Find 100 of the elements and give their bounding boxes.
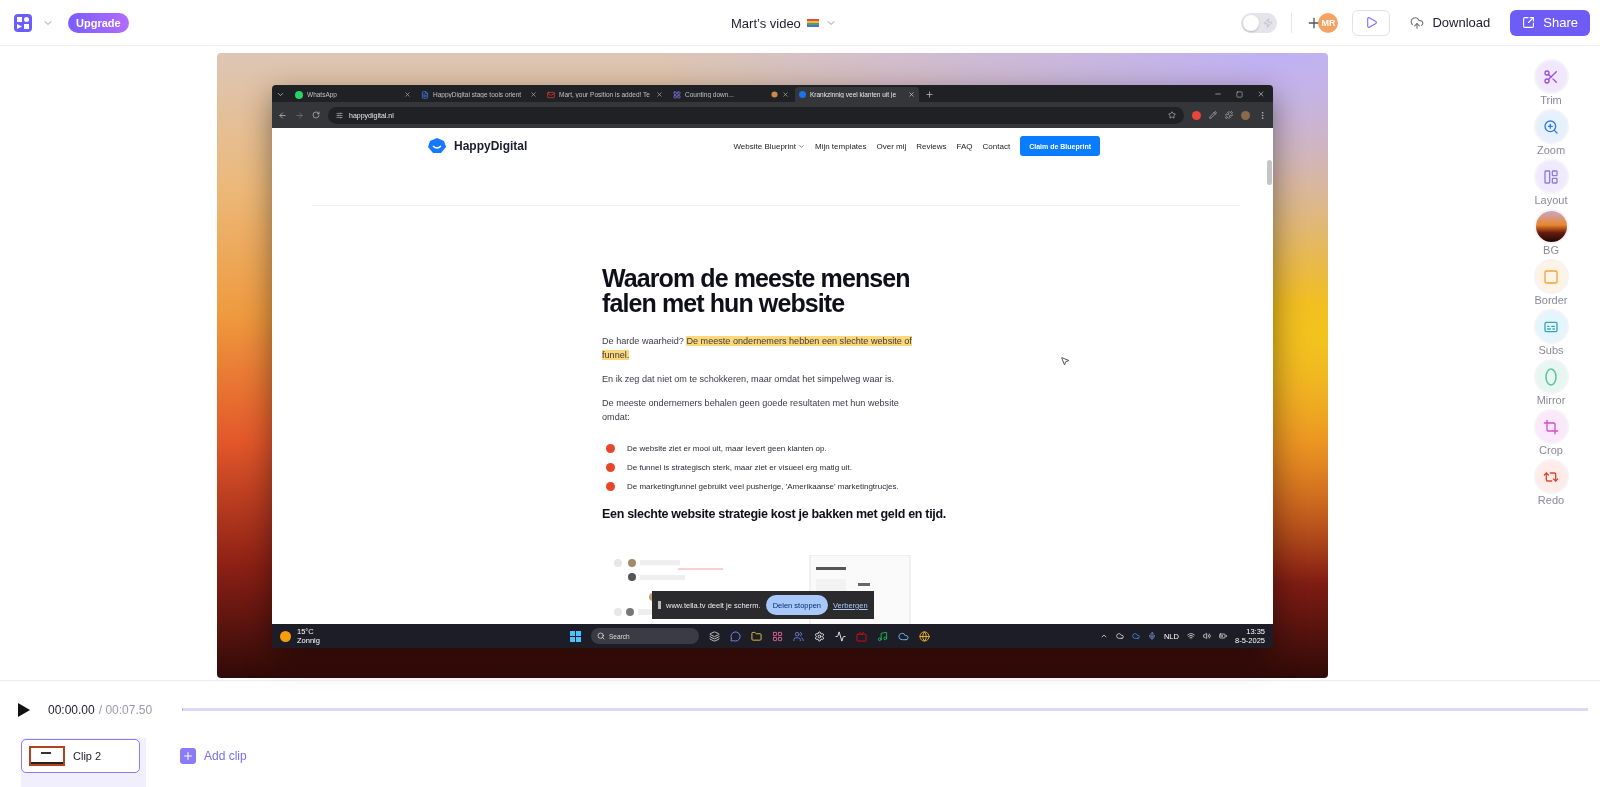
app-logo-icon[interactable] (14, 13, 32, 32)
music-icon[interactable] (876, 630, 888, 642)
grid-icon (673, 90, 681, 99)
people-icon[interactable] (792, 630, 804, 642)
nav-link[interactable]: Reviews (916, 141, 947, 151)
bullet-icon (606, 444, 615, 453)
section-heading: Een slechte website strategie kost je bakken met geld en tijd. (602, 507, 948, 521)
clip-label: Clip 2 (73, 750, 102, 762)
chat-icon (295, 90, 303, 99)
scissors-icon (1535, 61, 1567, 92)
timeline-track[interactable] (182, 708, 1588, 711)
play-icon (1364, 16, 1378, 29)
tool-button[interactable]: Layout (1534, 161, 1568, 206)
zoom-icon (1535, 111, 1567, 142)
crop-icon (1535, 411, 1567, 442)
activity-icon[interactable] (834, 630, 846, 642)
preview-button[interactable] (1352, 9, 1391, 36)
close-icon[interactable] (530, 91, 537, 98)
pen-icon[interactable] (1209, 111, 1217, 119)
nav-link[interactable]: Over mij (876, 141, 907, 151)
reload-icon[interactable] (312, 111, 320, 119)
scrollbar-thumb[interactable] (1267, 160, 1272, 185)
tool-button[interactable]: Subs (1535, 311, 1567, 356)
tool-button[interactable]: Mirror (1535, 361, 1567, 406)
new-tab-icon[interactable] (925, 90, 934, 99)
chat-icon[interactable] (729, 630, 741, 642)
microphone-icon[interactable] (1147, 632, 1156, 640)
windows-logo-icon[interactable] (569, 630, 581, 642)
play-icon[interactable] (18, 702, 30, 717)
site-icon (799, 91, 806, 98)
upgrade-button[interactable]: Upgrade (68, 12, 129, 33)
nav-link[interactable]: Contact (982, 141, 1011, 151)
mail-icon (547, 90, 555, 99)
tool-button[interactable]: Trim (1535, 61, 1567, 106)
logo-icon (428, 138, 446, 154)
menu-icon[interactable] (1258, 110, 1267, 120)
sun-icon (280, 630, 291, 642)
battery-icon[interactable] (1218, 632, 1227, 640)
folder-icon[interactable] (750, 630, 762, 642)
tool-button[interactable]: BG (1535, 211, 1567, 256)
site-settings-icon[interactable] (336, 111, 343, 119)
bullet-text: De website ziet er mooi uit, maar levert geen klanten op. (627, 444, 827, 453)
caret-icon[interactable] (797, 142, 805, 150)
bullet-icon (606, 463, 615, 472)
recording-icon (771, 91, 778, 98)
paragraph: En ik zeg dat niet om te schokkeren, maar omdat het simpelweg waar is. (602, 373, 896, 386)
page-heading: Waarom de meeste mensen falen met hun website (602, 266, 911, 316)
brand-name: HappyDigital (454, 139, 528, 153)
profile-icon[interactable] (1241, 110, 1250, 120)
video-title[interactable]: Mart’s video (731, 15, 801, 31)
tool-button[interactable]: Border (1534, 261, 1568, 306)
close-icon[interactable] (404, 91, 411, 98)
close-icon[interactable] (656, 91, 663, 98)
grid-icon[interactable] (771, 630, 783, 642)
minimize-icon[interactable] (1214, 90, 1222, 98)
extensions-icon[interactable] (1225, 111, 1233, 119)
clip-thumbnail (29, 746, 65, 766)
tool-button[interactable]: Redo (1535, 461, 1567, 506)
toggle-switch[interactable] (1241, 12, 1278, 33)
download-button[interactable]: Download (1404, 15, 1497, 30)
total-time: / 00:07.50 (98, 702, 153, 717)
volume-icon[interactable] (1202, 632, 1211, 640)
extension-icon[interactable] (1192, 110, 1201, 120)
plus-icon (180, 748, 196, 764)
nav-link[interactable]: FAQ (956, 141, 973, 151)
wifi-icon[interactable] (1186, 632, 1195, 640)
drag-handle-icon[interactable] (658, 601, 661, 609)
paragraph: De meeste ondernemers behalen geen goede resultaten met hun website omdat: (602, 397, 900, 424)
cloud-icon[interactable] (897, 630, 909, 642)
tab-search-icon[interactable] (276, 90, 285, 99)
maximize-icon[interactable] (1236, 90, 1243, 98)
bookmark-icon[interactable] (1168, 111, 1176, 119)
paragraph: De harde waarheid? De meeste ondernemers hebben een slechte website of funnel. (602, 335, 913, 362)
close-icon[interactable] (1257, 90, 1265, 98)
task-view-icon[interactable] (708, 630, 720, 642)
tv-icon[interactable] (855, 630, 867, 642)
layout-icon (1535, 161, 1567, 192)
repeat-icon (1535, 461, 1567, 492)
gear-icon[interactable] (813, 630, 825, 642)
captions-icon (1535, 311, 1567, 342)
current-time: 00:00.00 (48, 702, 95, 717)
close-icon[interactable] (782, 91, 789, 98)
nav-link[interactable]: Mijn templates (814, 141, 867, 151)
browser-icon[interactable] (918, 630, 930, 642)
document-icon (421, 90, 429, 99)
chevron-up-icon[interactable] (1099, 632, 1108, 640)
tool-button[interactable]: Crop (1535, 411, 1567, 456)
oval-icon (1535, 361, 1567, 392)
tool-button[interactable]: Zoom (1535, 111, 1567, 156)
share-button[interactable]: Share (1510, 9, 1590, 36)
bullet-text: De funnel is strategisch sterk, maar ziet er visueel erg matig uit. (627, 463, 852, 472)
back-icon[interactable] (278, 110, 287, 120)
add-clip-button[interactable]: Add clip (180, 748, 247, 764)
share-icon (1522, 16, 1536, 29)
gradient-icon (1535, 211, 1567, 242)
forward-icon[interactable] (295, 110, 304, 120)
clip-card[interactable]: Clip 2 (21, 738, 146, 787)
cloud-upload-icon (1410, 15, 1425, 30)
nav-link[interactable]: Website Blueprint (733, 141, 805, 151)
bullet-text: De marketingfunnel gebruikt veel pusherige, 'Amerikaanse' marketingtrucjes. (627, 482, 899, 491)
